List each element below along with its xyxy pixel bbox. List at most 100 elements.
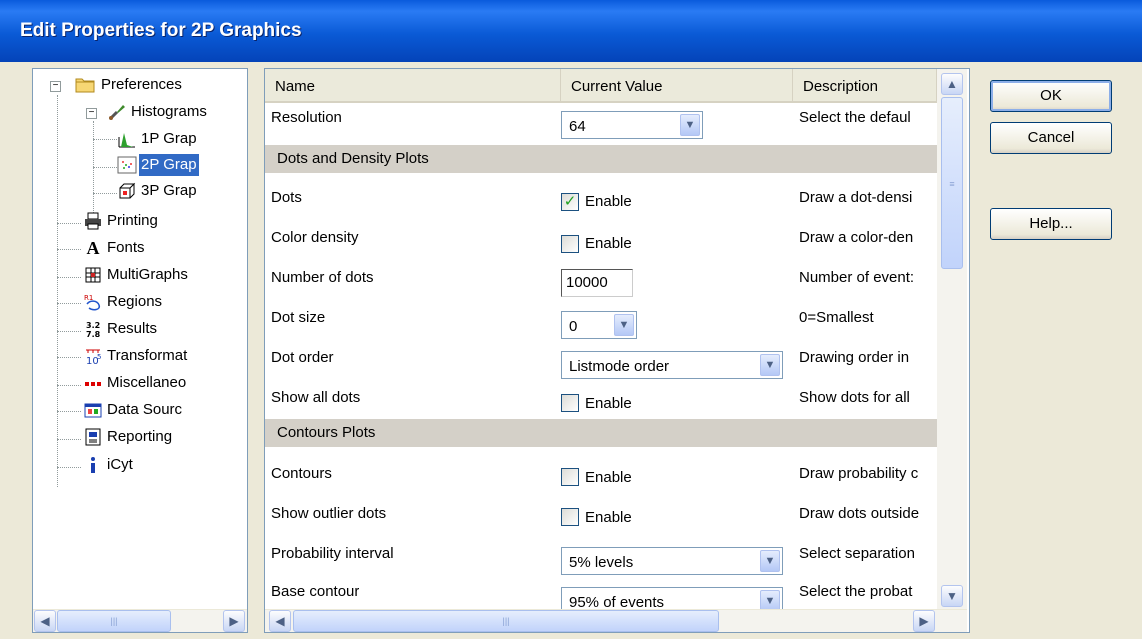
tree-label: 2P Grap: [139, 154, 199, 176]
help-button[interactable]: Help...: [990, 208, 1112, 240]
tree-line: [57, 223, 81, 224]
svg-text:3.2: 3.2: [86, 321, 100, 330]
tree-line: [57, 411, 81, 412]
tree-label: Transformat: [107, 347, 188, 364]
info-icon: [83, 455, 103, 475]
chevron-down-icon[interactable]: ▼: [614, 314, 634, 336]
tree-line: [57, 95, 58, 487]
tree-line: [93, 121, 94, 215]
contours-checkbox[interactable]: [561, 468, 579, 486]
checkbox-label: Enable: [585, 193, 632, 210]
property-name: Probability interval: [271, 545, 394, 562]
tree-label: MultiGraphs: [107, 266, 188, 283]
scrollbar-thumb[interactable]: |||: [293, 610, 719, 632]
svg-text:5: 5: [97, 353, 101, 361]
chevron-down-icon[interactable]: ▼: [680, 114, 700, 136]
scroll-down-icon[interactable]: ▼: [941, 585, 963, 607]
property-name: Show outlier dots: [271, 505, 387, 522]
dot-size-select[interactable]: 0 ▼: [561, 311, 637, 339]
property-name: Number of dots: [271, 269, 374, 286]
base-contour-select[interactable]: 95% of events ▼: [561, 587, 783, 609]
scrollbar-thumb[interactable]: ≡: [941, 97, 963, 269]
font-icon: A: [86, 238, 100, 258]
section-title: Dots and Density Plots: [277, 150, 429, 167]
section-header: Dots and Density Plots: [265, 145, 937, 173]
chevron-down-icon[interactable]: ▼: [760, 590, 780, 609]
scrollbar-thumb[interactable]: |||: [57, 610, 171, 632]
tree-line: [57, 277, 81, 278]
title-bar[interactable]: Edit Properties for 2P Graphics: [0, 0, 1142, 63]
tree-label: Miscellaneo: [107, 374, 187, 391]
section-title: Contours Plots: [277, 424, 376, 441]
collapse-icon[interactable]: −: [50, 81, 61, 92]
tree-line: [57, 357, 81, 358]
property-row-probability-interval[interactable]: Probability interval 5% levels ▼ Select …: [265, 541, 937, 581]
scroll-left-icon[interactable]: ◀: [34, 610, 56, 632]
property-name: Dot size: [271, 309, 326, 326]
property-row-dots[interactable]: Dots ✓ Enable Draw a dot-densi: [265, 183, 937, 223]
select-value: 5% levels: [569, 554, 634, 571]
property-description: Show dots for all: [799, 389, 910, 406]
cube-icon: [117, 181, 137, 201]
tree-horizontal-scrollbar[interactable]: ◀ ||| ▶: [33, 609, 247, 632]
tree-line: [57, 385, 81, 386]
scroll-right-icon[interactable]: ▶: [223, 610, 245, 632]
brush-icon: [107, 102, 127, 122]
property-row-dot-order[interactable]: Dot order Listmode order ▼ Drawing order…: [265, 345, 937, 385]
histogram-icon: [117, 129, 137, 149]
scroll-left-icon[interactable]: ◀: [269, 610, 291, 632]
tree-label: iCyt: [107, 456, 133, 473]
number-of-dots-input[interactable]: 10000: [561, 269, 633, 297]
show-outlier-dots-checkbox[interactable]: [561, 508, 579, 526]
property-description: Draw a color-den: [799, 229, 914, 246]
show-all-dots-checkbox[interactable]: [561, 394, 579, 412]
ok-button[interactable]: OK: [990, 80, 1112, 112]
grid-horizontal-scrollbar[interactable]: ◀ ||| ▶: [265, 609, 967, 632]
chevron-down-icon[interactable]: ▼: [760, 550, 780, 572]
color-density-checkbox[interactable]: [561, 235, 579, 253]
property-row-color-density[interactable]: Color density Enable Draw a color-den: [265, 225, 937, 265]
property-description: Draw probability c: [799, 465, 919, 482]
column-header-name[interactable]: Name: [265, 69, 561, 103]
property-description: Select the probat: [799, 583, 913, 600]
cancel-button[interactable]: Cancel: [990, 122, 1112, 154]
tree-line: [57, 467, 81, 468]
scroll-up-icon[interactable]: ▲: [941, 73, 963, 95]
window-title: Edit Properties for 2P Graphics: [20, 20, 302, 41]
collapse-icon[interactable]: −: [86, 108, 97, 119]
property-name: Dot order: [271, 349, 334, 366]
property-row-base-contour[interactable]: Base contour 95% of events ▼ Select the …: [265, 579, 937, 609]
property-name: Contours: [271, 465, 332, 482]
property-name: Base contour: [271, 583, 360, 600]
property-row-dot-size[interactable]: Dot size 0 ▼ 0=Smallest: [265, 305, 937, 345]
tree-line: [57, 439, 81, 440]
tree-line: [57, 249, 81, 250]
dots-checkbox[interactable]: ✓: [561, 193, 579, 211]
property-row-show-outlier-dots[interactable]: Show outlier dots Enable Draw dots outsi…: [265, 501, 937, 541]
checkbox-label: Enable: [585, 235, 632, 252]
scroll-right-icon[interactable]: ▶: [913, 610, 935, 632]
transform-icon: 10 5: [83, 346, 103, 367]
probability-interval-select[interactable]: 5% levels ▼: [561, 547, 783, 575]
tree-label: Reporting: [107, 428, 173, 445]
report-icon: [83, 427, 103, 447]
property-row-contours[interactable]: Contours Enable Draw probability c: [265, 461, 937, 501]
grid-vertical-scrollbar[interactable]: ▲ ≡ ▼: [937, 69, 967, 609]
property-row-resolution[interactable]: Resolution 64 ▼ Select the defaul: [265, 105, 937, 145]
property-description: Draw a dot-densi: [799, 189, 913, 206]
chevron-down-icon[interactable]: ▼: [760, 354, 780, 376]
tree-label: Data Sourc: [107, 401, 183, 418]
tree-line: [93, 193, 117, 194]
resolution-select[interactable]: 64 ▼: [561, 111, 703, 139]
tree-label: Printing: [107, 212, 158, 229]
tree-label: 3P Grap: [141, 182, 197, 199]
grid-icon: [83, 265, 103, 285]
preferences-tree[interactable]: − Preferences − Histograms 1P Grap 2P Gr…: [32, 68, 248, 633]
property-row-number-of-dots[interactable]: Number of dots 10000 Number of event:: [265, 265, 937, 305]
property-grid[interactable]: Name Current Value Description Resolutio…: [264, 68, 970, 633]
column-header-description[interactable]: Description: [793, 69, 937, 103]
results-icon: 3.2 7.8: [83, 319, 103, 339]
scatter-icon: [117, 155, 137, 175]
column-header-current-value[interactable]: Current Value: [561, 69, 793, 103]
dot-order-select[interactable]: Listmode order ▼: [561, 351, 783, 379]
